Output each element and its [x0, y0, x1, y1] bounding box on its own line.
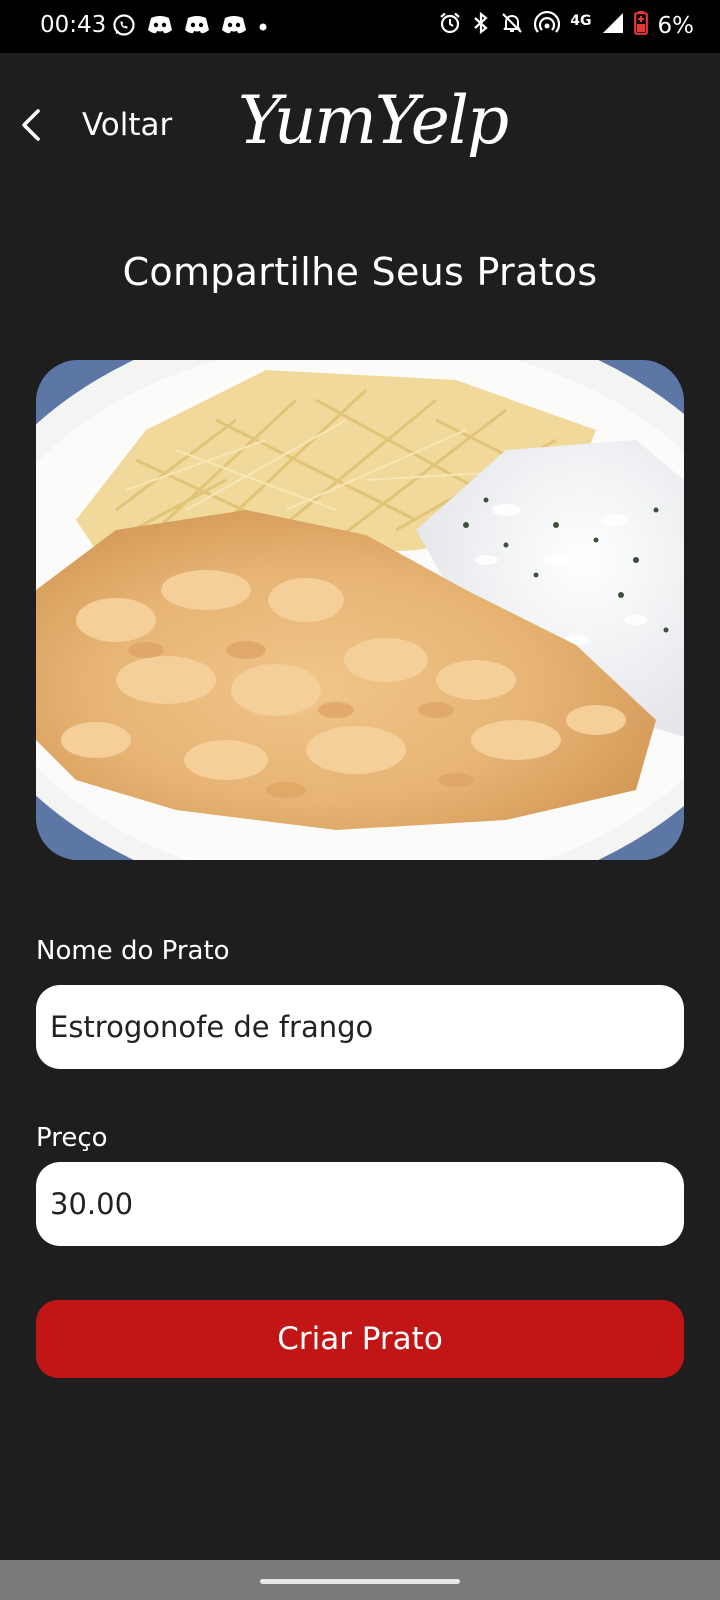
battery-icon [633, 11, 648, 40]
status-time: 00:43 [40, 12, 107, 38]
page-title: Compartilhe Seus Pratos [122, 250, 598, 294]
network-type: 4G [570, 12, 592, 29]
dish-photo[interactable] [36, 360, 684, 860]
back-button-label: Voltar [82, 107, 173, 143]
discord-icon [221, 14, 247, 41]
dish-name-input[interactable] [36, 985, 684, 1069]
bell-off-icon [500, 11, 524, 40]
navigation-bar [0, 1560, 720, 1600]
create-dish-button[interactable]: Criar Prato [36, 1300, 684, 1378]
discord-icon [147, 14, 173, 41]
bluetooth-icon [472, 11, 490, 40]
app-logo: YumYelp [238, 82, 509, 159]
battery-percent: 6% [657, 12, 695, 39]
notification-icons [112, 13, 268, 42]
chevron-left-icon [22, 109, 40, 141]
dot-icon [258, 19, 268, 37]
hotspot-icon [534, 10, 561, 40]
price-input[interactable] [36, 1162, 684, 1246]
status-bar: 00:43 4G 6% [0, 0, 720, 53]
alarm-icon [438, 11, 462, 40]
discord-icon [184, 14, 210, 41]
system-icons: 4G 6% [438, 10, 695, 40]
back-button[interactable]: Voltar [18, 100, 188, 150]
whatsapp-icon [112, 13, 136, 42]
dish-name-label: Nome do Prato [36, 936, 230, 966]
signal-icon [602, 12, 624, 39]
price-label: Preço [36, 1123, 108, 1153]
home-gesture-handle[interactable] [260, 1579, 460, 1584]
